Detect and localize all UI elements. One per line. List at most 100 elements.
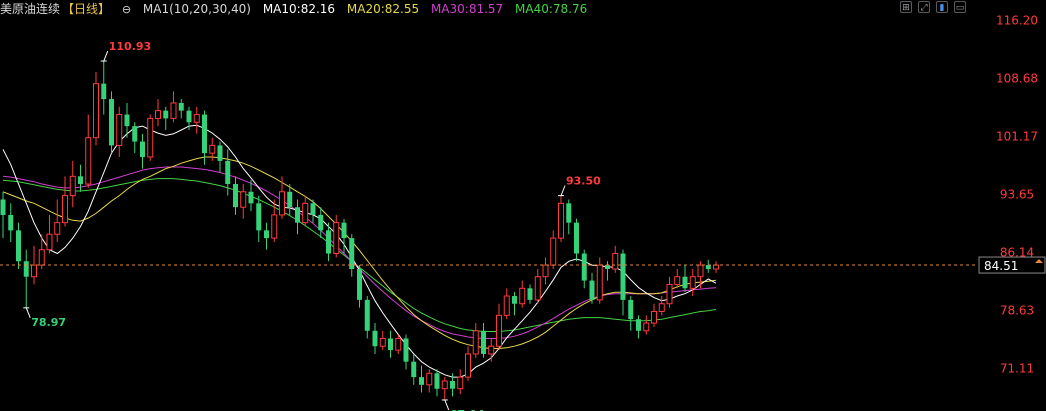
ma40-line [2,178,717,332]
candle-body [271,214,278,239]
candle-body [674,276,681,285]
candle-body [620,253,626,300]
candle-body [132,126,138,142]
candle-body [248,191,254,204]
candlestick-chart[interactable]: 116.20108.68101.1793.6586.1478.6371.1184… [0,0,1046,411]
candle-body [341,222,347,239]
candle-body [240,191,247,208]
ma30-line [2,166,717,339]
candle-body [465,353,471,378]
candle-body [78,176,83,185]
candle-body [658,303,665,312]
candle-body [264,230,269,239]
candle-body [349,238,355,269]
y-tick-label: 116.20 [996,13,1038,27]
candle-body [8,214,14,231]
candle-body [357,268,362,300]
candle-body [116,114,123,146]
candle-body [689,276,696,289]
candle-body [697,264,704,278]
candle-body [93,83,99,139]
y-tick-label: 71.11 [1000,362,1034,376]
candle-body [310,203,316,215]
candle-body [295,207,300,223]
candle-body [496,314,502,347]
candle-body [713,264,719,270]
candle-body [318,214,324,231]
candle-body [542,264,549,278]
candle-body [519,287,526,305]
candle-body [527,288,533,300]
candle-body [0,199,6,215]
candle-body [16,230,21,262]
candle-body [170,102,177,119]
candle-body [503,295,510,316]
candle-body [217,145,223,161]
candle-body [605,265,610,269]
candle-body [481,330,486,354]
candle-body [372,330,378,347]
candle-body [534,276,541,301]
candle-body [326,230,331,254]
candle-body [233,184,238,208]
candle-body [488,345,495,355]
candle-body [472,330,479,355]
candle-body [46,233,53,251]
extreme-label: 93.50 [566,175,601,188]
candle-body [302,202,309,224]
candle-body [279,191,285,216]
extreme-leader [444,399,450,411]
candle-body [419,377,424,385]
candle-body [54,222,61,235]
candle-body [186,110,192,123]
y-tick-label: 108.68 [996,71,1038,85]
extreme-label: 110.93 [109,40,151,53]
candle-body [85,137,92,185]
candle-body [379,337,386,347]
extreme-leader [560,185,566,196]
candle-body [434,373,440,389]
candle-body [411,361,417,378]
candle-body [426,372,433,386]
candle-body [23,261,29,277]
candle-body [574,222,579,254]
candle-body [38,249,45,266]
candle-body [628,299,634,320]
candle-body [31,264,37,278]
candle-body [225,160,231,185]
candle-body [256,203,262,231]
current-price-label: 84.51 [984,259,1018,273]
candle-body [333,222,340,255]
candle-body [395,337,402,351]
candle-body [558,202,564,239]
candle-body [140,141,145,158]
candle-body [566,203,572,223]
candle-body [596,264,603,301]
extreme-leader [25,307,31,319]
candle-body [705,265,711,269]
candle-body [581,253,587,281]
y-tick-label: 93.65 [1000,187,1034,201]
candle-body [403,338,409,362]
candle-body [666,283,673,305]
candle-body [202,114,207,154]
candle-body [209,144,216,154]
extreme-leader [103,50,109,62]
candle-body [163,110,169,119]
candle-body [62,195,68,224]
ma20-line [2,156,717,349]
candle-body [589,280,595,300]
extreme-label: 78.97 [31,316,66,329]
candle-body [651,310,657,324]
candle-body [155,110,161,119]
candle-body [643,322,650,332]
candle-body [101,83,107,100]
y-tick-label: 78.63 [1000,303,1034,317]
candle-body [287,191,293,208]
candle-body [450,380,455,389]
candle-body [550,237,557,266]
candle-body [193,114,200,123]
candle-body [682,276,688,289]
candle-body [388,338,393,351]
candle-body [69,175,76,197]
